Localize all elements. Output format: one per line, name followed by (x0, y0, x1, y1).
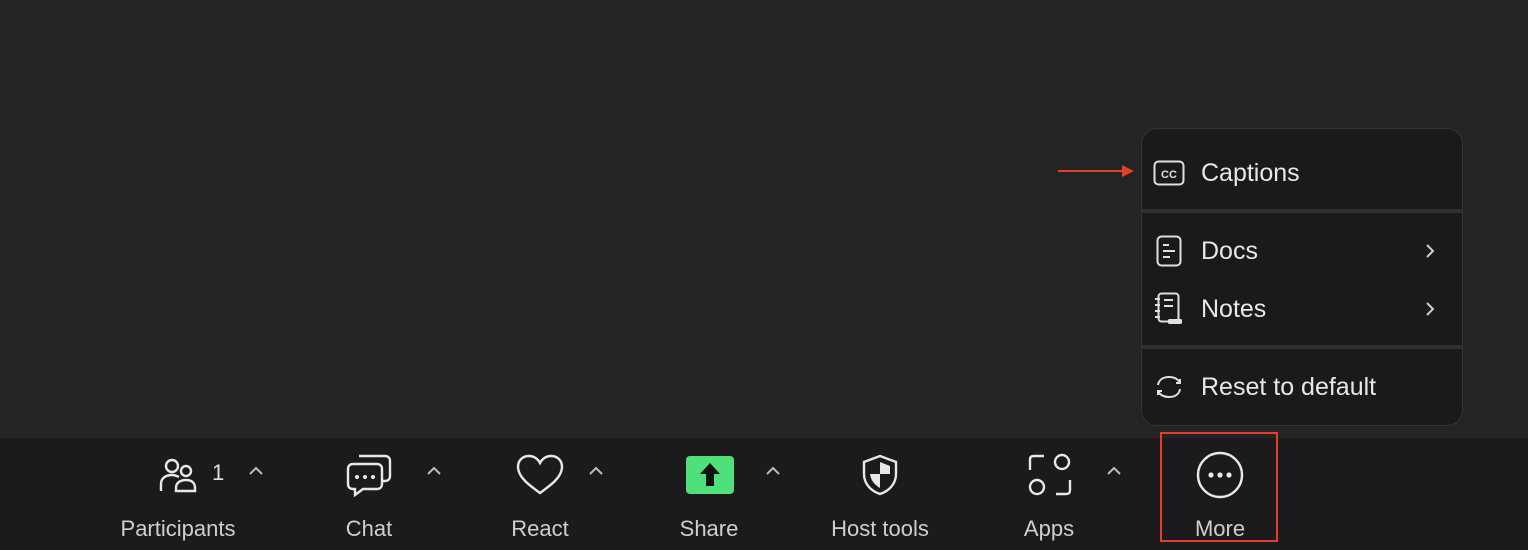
share-screen-icon (685, 452, 735, 498)
svg-text:CC: CC (1161, 169, 1177, 181)
menu-item-label: Captions (1201, 158, 1300, 187)
chevron-right-icon (1420, 241, 1440, 261)
react-label: React (511, 516, 569, 541)
menu-item-docs[interactable]: Docs (1142, 223, 1462, 279)
more-label: More (1194, 516, 1246, 541)
more-icon (1195, 451, 1245, 499)
react-options-caret[interactable] (585, 460, 607, 482)
document-icon (1152, 234, 1186, 268)
menu-item-label: Notes (1201, 294, 1267, 323)
participant-count: 1 (212, 460, 225, 485)
chat-icon (344, 452, 394, 498)
notes-icon (1152, 292, 1186, 326)
menu-item-reset-to-default[interactable]: Reset to default (1142, 359, 1462, 415)
chat-options-caret[interactable] (423, 460, 445, 482)
annotation-arrow (1058, 165, 1134, 177)
heart-icon (514, 452, 566, 498)
host-tools-label: Host tools (831, 516, 929, 541)
apps-icon (1026, 452, 1074, 498)
share-options-caret[interactable] (762, 460, 784, 482)
menu-item-label: Docs (1201, 236, 1258, 265)
reset-icon (1152, 370, 1186, 404)
apps-options-caret[interactable] (1103, 460, 1125, 482)
participants-options-caret[interactable] (245, 460, 267, 482)
share-label: Share (679, 516, 739, 541)
meeting-toolbar: 1 Participants Chat React Share Host too… (0, 438, 1528, 550)
chevron-right-icon (1420, 299, 1440, 319)
menu-divider (1142, 209, 1462, 213)
shield-icon (858, 452, 902, 498)
menu-item-label: Reset to default (1201, 372, 1377, 401)
chat-label: Chat (345, 516, 393, 541)
apps-label: Apps (1023, 516, 1075, 541)
participants-icon (156, 452, 200, 498)
participants-label: Participants (120, 516, 236, 541)
closed-captions-icon: CC (1152, 156, 1186, 190)
menu-item-captions[interactable]: CC Captions (1142, 145, 1462, 201)
menu-divider (1142, 345, 1462, 349)
more-menu: CC Captions Docs Notes Reset to default (1141, 128, 1463, 426)
menu-item-notes[interactable]: Notes (1142, 281, 1462, 337)
